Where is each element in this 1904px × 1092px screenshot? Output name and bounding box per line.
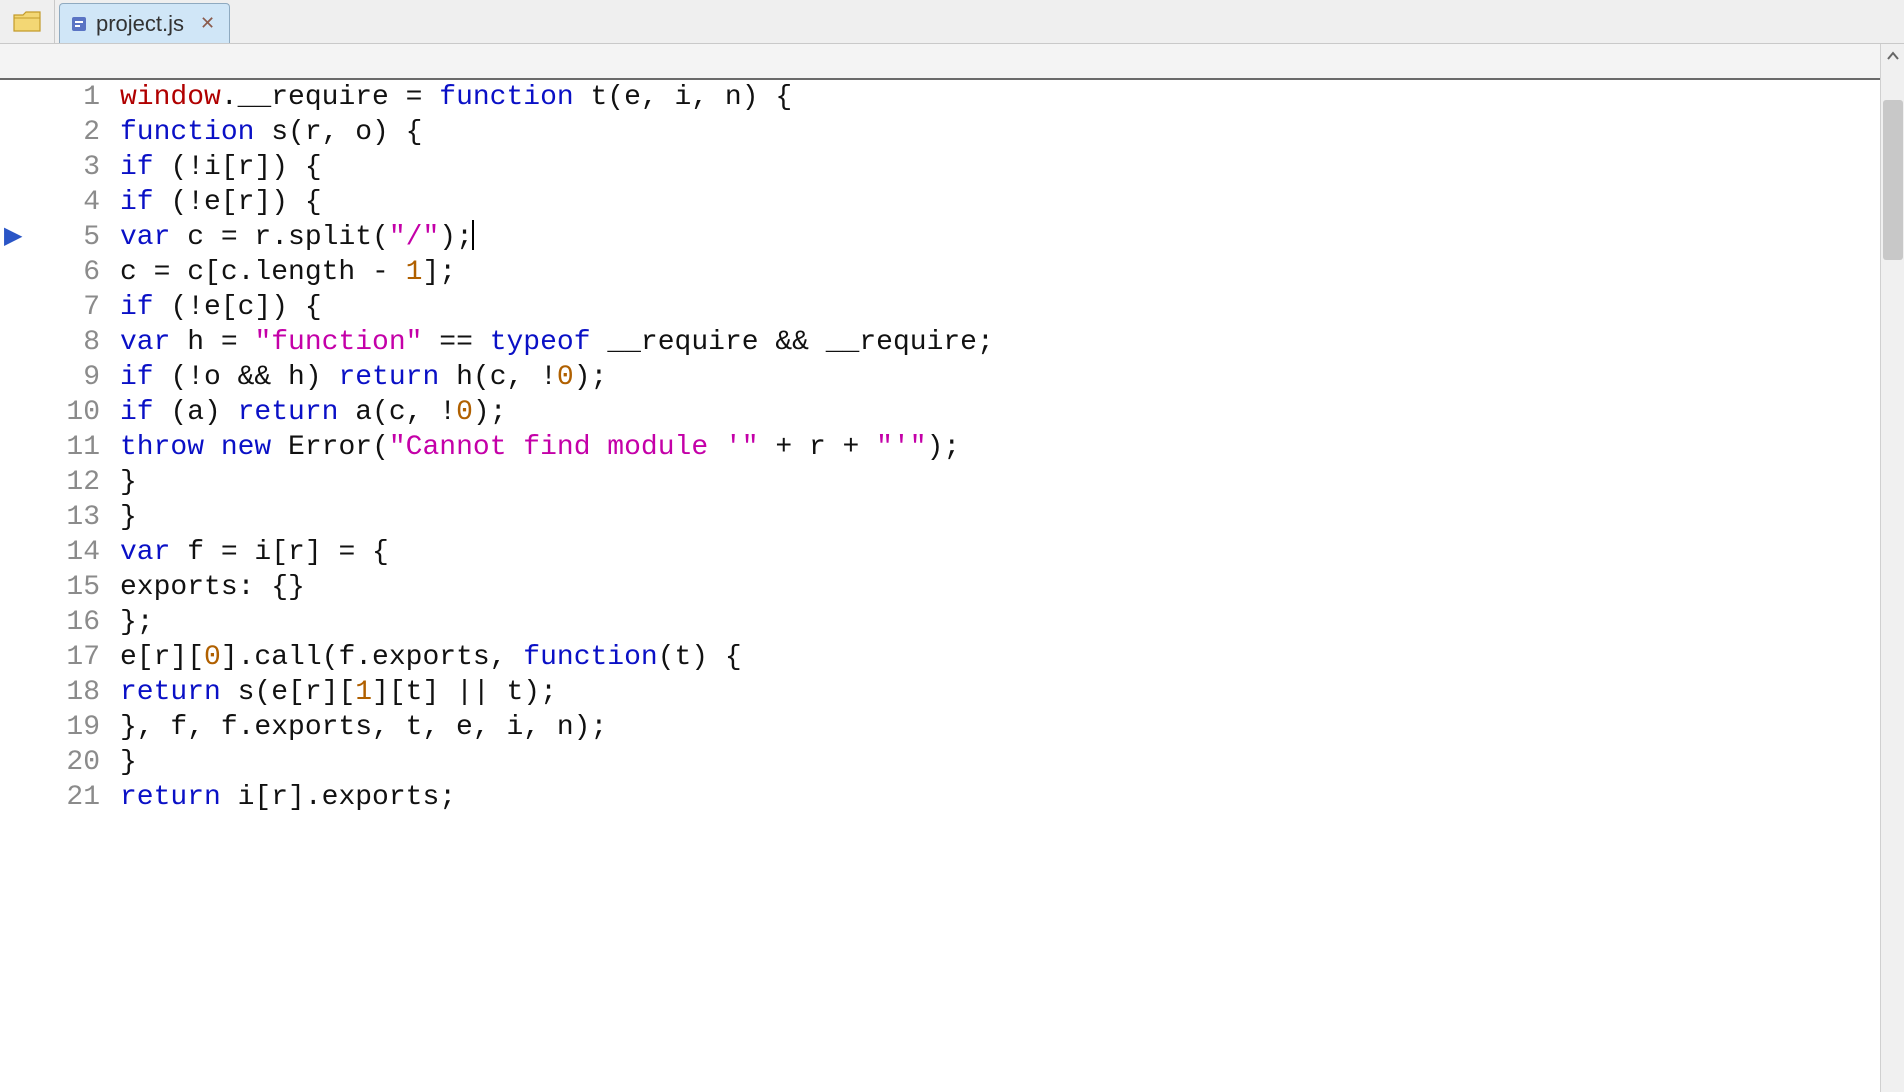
code-line[interactable]: 15exports: {} bbox=[0, 570, 1880, 605]
line-code[interactable]: c = c[c.length - 1]; bbox=[120, 255, 456, 290]
line-number: 20 bbox=[0, 745, 120, 780]
vertical-scrollbar[interactable] bbox=[1880, 44, 1904, 1092]
line-code[interactable]: if (!e[r]) { bbox=[120, 185, 322, 220]
line-number: 11 bbox=[0, 430, 120, 465]
line-code[interactable]: if (a) return a(c, !0); bbox=[120, 395, 507, 430]
code-line[interactable]: 19}, f, f.exports, t, e, i, n); bbox=[0, 710, 1880, 745]
code-line[interactable]: 20} bbox=[0, 745, 1880, 780]
line-code[interactable]: exports: {} bbox=[120, 570, 305, 605]
chevron-up-icon bbox=[1887, 51, 1899, 61]
code-line[interactable]: 12} bbox=[0, 465, 1880, 500]
code-line[interactable]: 3if (!i[r]) { bbox=[0, 150, 1880, 185]
line-number: 4 bbox=[0, 185, 120, 220]
line-number: 3 bbox=[0, 150, 120, 185]
code-line[interactable]: 1window.__require = function t(e, i, n) … bbox=[0, 80, 1880, 115]
ruler-text: |----+----1----+----2---+----3----+----4… bbox=[136, 44, 1880, 80]
line-number: 13 bbox=[0, 500, 120, 535]
line-code[interactable]: }; bbox=[120, 605, 154, 640]
line-code[interactable]: var f = i[r] = { bbox=[120, 535, 389, 570]
line-code[interactable]: } bbox=[120, 465, 137, 500]
line-number: 15 bbox=[0, 570, 120, 605]
line-number: 17 bbox=[0, 640, 120, 675]
code-line[interactable]: 5var c = r.split("/"); bbox=[0, 220, 1880, 255]
code-line[interactable]: 2function s(r, o) { bbox=[0, 115, 1880, 150]
line-code[interactable]: } bbox=[120, 745, 137, 780]
code-line[interactable]: 8var h = "function" == typeof __require … bbox=[0, 325, 1880, 360]
code-line[interactable]: 4if (!e[r]) { bbox=[0, 185, 1880, 220]
line-number: 16 bbox=[0, 605, 120, 640]
line-code[interactable]: return i[r].exports; bbox=[120, 780, 456, 815]
js-file-icon bbox=[70, 15, 88, 33]
line-code[interactable]: if (!o && h) return h(c, !0); bbox=[120, 360, 607, 395]
close-icon[interactable]: ✕ bbox=[200, 13, 215, 34]
code-line[interactable]: 13} bbox=[0, 500, 1880, 535]
code-lines[interactable]: 1window.__require = function t(e, i, n) … bbox=[0, 80, 1880, 815]
line-number: 6 bbox=[0, 255, 120, 290]
line-number: 2 bbox=[0, 115, 120, 150]
code-line[interactable]: 14var f = i[r] = { bbox=[0, 535, 1880, 570]
line-number: 18 bbox=[0, 675, 120, 710]
line-code[interactable]: if (!i[r]) { bbox=[120, 150, 322, 185]
line-code[interactable]: }, f, f.exports, t, e, i, n); bbox=[120, 710, 607, 745]
line-code[interactable]: var c = r.split("/"); bbox=[120, 220, 474, 255]
line-code[interactable]: window.__require = function t(e, i, n) { bbox=[120, 80, 792, 115]
line-code[interactable]: return s(e[r][1][t] || t); bbox=[120, 675, 557, 710]
line-number: 19 bbox=[0, 710, 120, 745]
tab-project-js[interactable]: project.js ✕ bbox=[59, 3, 230, 43]
line-code[interactable]: var h = "function" == typeof __require &… bbox=[120, 325, 994, 360]
scroll-up-button[interactable] bbox=[1881, 44, 1904, 68]
line-code[interactable]: throw new Error("Cannot find module '" +… bbox=[120, 430, 960, 465]
line-number: 9 bbox=[0, 360, 120, 395]
tab-label: project.js bbox=[96, 11, 184, 37]
line-number: 14 bbox=[0, 535, 120, 570]
line-code[interactable]: if (!e[c]) { bbox=[120, 290, 322, 325]
code-line[interactable]: 10if (a) return a(c, !0); bbox=[0, 395, 1880, 430]
code-line[interactable]: 6c = c[c.length - 1]; bbox=[0, 255, 1880, 290]
line-number: 5 bbox=[0, 220, 120, 255]
line-number: 21 bbox=[0, 780, 120, 815]
code-line[interactable]: 9if (!o && h) return h(c, !0); bbox=[0, 360, 1880, 395]
code-line[interactable]: 16}; bbox=[0, 605, 1880, 640]
line-number: 10 bbox=[0, 395, 120, 430]
project-explorer-button[interactable] bbox=[0, 0, 55, 43]
line-number: 8 bbox=[0, 325, 120, 360]
column-ruler: |----+----1----+----2---+----3----+----4… bbox=[0, 44, 1904, 80]
code-line[interactable]: 11throw new Error("Cannot find module '"… bbox=[0, 430, 1880, 465]
line-number: 7 bbox=[0, 290, 120, 325]
scroll-thumb[interactable] bbox=[1883, 100, 1903, 260]
line-number: 12 bbox=[0, 465, 120, 500]
code-line[interactable]: 17e[r][0].call(f.exports, function(t) { bbox=[0, 640, 1880, 675]
code-line[interactable]: 18return s(e[r][1][t] || t); bbox=[0, 675, 1880, 710]
line-code[interactable]: e[r][0].call(f.exports, function(t) { bbox=[120, 640, 742, 675]
code-line[interactable]: 7if (!e[c]) { bbox=[0, 290, 1880, 325]
code-line[interactable]: 21return i[r].exports; bbox=[0, 780, 1880, 815]
line-number: 1 bbox=[0, 80, 120, 115]
line-code[interactable]: } bbox=[120, 500, 137, 535]
line-code[interactable]: function s(r, o) { bbox=[120, 115, 422, 150]
tab-strip: project.js ✕ bbox=[0, 0, 1904, 44]
code-editor[interactable]: ▶ 1window.__require = function t(e, i, n… bbox=[0, 80, 1880, 1092]
text-caret bbox=[472, 220, 474, 250]
folder-icon bbox=[13, 9, 41, 33]
